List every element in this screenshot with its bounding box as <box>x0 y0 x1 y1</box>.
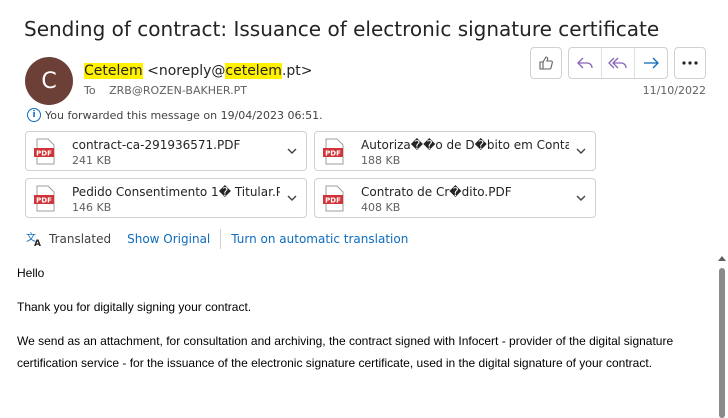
message-actions <box>530 47 706 79</box>
attachment-card[interactable]: PDF Contrato de Cr�dito.PDF 408 KB <box>314 178 596 218</box>
to-label: To <box>84 84 96 97</box>
translate-icon: 文A <box>26 231 41 247</box>
sender-email-suffix: .pt> <box>281 63 313 79</box>
thumbs-up-icon <box>539 56 553 70</box>
scroll-up-arrow-icon[interactable] <box>718 256 726 261</box>
attachment-name: Pedido Consentimento 1� Titular.PDF <box>72 185 280 199</box>
reply-all-icon <box>608 57 627 69</box>
attachment-card[interactable]: PDF Autoriza��o de D�bito em Conta.PDF 1… <box>314 131 596 171</box>
sender-name[interactable]: Cetelem <box>84 63 143 79</box>
email-subject: Sending of contract: Issuance of electro… <box>24 17 660 41</box>
pdf-file-icon: PDF <box>34 185 55 212</box>
attachment-card[interactable]: PDF Pedido Consentimento 1� Titular.PDF … <box>25 178 307 218</box>
translation-bar: 文A Translated Show Original Turn on auto… <box>25 229 408 249</box>
reply-icon <box>577 57 593 69</box>
message-date: 11/10/2022 <box>642 84 706 97</box>
svg-text:PDF: PDF <box>325 197 341 205</box>
forwarded-text: You forwarded this message on 19/04/2023… <box>45 108 323 122</box>
more-actions-button[interactable] <box>674 47 706 79</box>
svg-text:PDF: PDF <box>36 150 52 158</box>
attachment-size: 146 KB <box>72 201 112 214</box>
chevron-down-icon[interactable] <box>286 192 298 204</box>
like-button[interactable] <box>530 47 562 79</box>
pdf-file-icon: PDF <box>323 138 344 165</box>
body-paragraph: We send as an attachment, for consultati… <box>17 334 674 370</box>
attachment-size: 188 KB <box>361 154 401 167</box>
reply-all-button[interactable] <box>602 48 635 78</box>
forwarded-notice: i You forwarded this message on 19/04/20… <box>27 108 323 122</box>
show-original-link[interactable]: Show Original <box>127 232 210 246</box>
scrollbar-thumb[interactable] <box>719 268 725 418</box>
forward-button[interactable] <box>635 48 667 78</box>
avatar-initial: C <box>41 68 57 94</box>
reply-button[interactable] <box>569 48 602 78</box>
body-paragraph: Thank you for digitally signing your con… <box>17 300 252 314</box>
vertical-scrollbar[interactable] <box>718 256 726 418</box>
attachment-size: 408 KB <box>361 201 401 214</box>
attachment-size: 241 KB <box>72 154 112 167</box>
sender-email-domain: cetelem <box>225 63 282 79</box>
attachment-name: Contrato de Cr�dito.PDF <box>361 185 512 199</box>
chevron-down-icon[interactable] <box>575 145 587 157</box>
message-body: Hello Thank you for digitally signing yo… <box>17 262 714 386</box>
body-paragraph: Hello <box>17 266 45 280</box>
more-icon <box>682 61 698 65</box>
sender-line[interactable]: Cetelem <noreply@cetelem.pt> <box>84 63 313 79</box>
translated-label: Translated <box>49 232 112 246</box>
pdf-file-icon: PDF <box>34 138 55 165</box>
recipient-line: To ZRB@ROZEN-BAKHER.PT <box>84 84 247 97</box>
chevron-down-icon[interactable] <box>286 145 298 157</box>
svg-text:PDF: PDF <box>325 150 341 158</box>
attachment-card[interactable]: PDF contract-ca-291936571.PDF 241 KB <box>25 131 307 171</box>
sender-email-prefix: <noreply@ <box>147 63 226 79</box>
info-icon: i <box>27 108 41 122</box>
reply-button-group <box>568 47 668 79</box>
chevron-down-icon[interactable] <box>575 192 587 204</box>
forward-icon <box>644 57 659 69</box>
attachment-name: Autoriza��o de D�bito em Conta.PDF <box>361 138 569 152</box>
attachment-name: contract-ca-291936571.PDF <box>72 138 241 152</box>
pdf-file-icon: PDF <box>323 185 344 212</box>
to-address[interactable]: ZRB@ROZEN-BAKHER.PT <box>109 84 247 97</box>
svg-text:PDF: PDF <box>36 197 52 205</box>
divider <box>220 229 222 249</box>
svg-text:A: A <box>34 239 41 247</box>
auto-translation-link[interactable]: Turn on automatic translation <box>231 232 408 246</box>
sender-avatar[interactable]: C <box>25 57 73 105</box>
